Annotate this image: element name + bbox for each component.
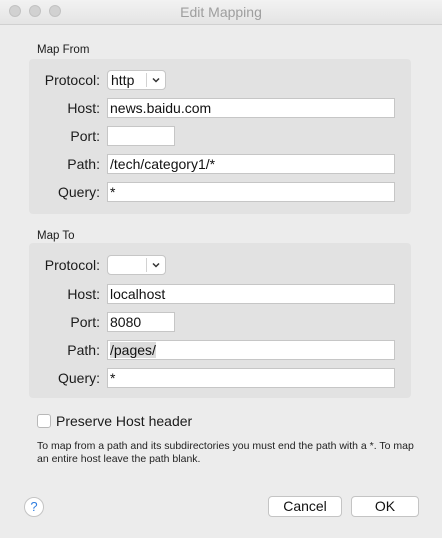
chevron-down-icon <box>152 262 160 268</box>
edit-mapping-dialog: Edit Mapping Map From Protocol: http Hos… <box>0 0 442 538</box>
cancel-button[interactable]: Cancel <box>268 496 342 517</box>
help-button[interactable]: ? <box>24 497 44 517</box>
window-title: Edit Mapping <box>180 4 262 20</box>
map-to-host-field[interactable]: localhost <box>107 284 395 304</box>
map-to-port-field[interactable]: 8080 <box>107 312 175 332</box>
map-to-heading: Map To <box>37 230 75 242</box>
map-to-port-label: Port: <box>70 314 100 330</box>
chevron-down-icon <box>152 77 160 83</box>
map-from-protocol-value: http <box>111 72 135 88</box>
map-from-path-field[interactable]: /tech/category1/* <box>107 154 395 174</box>
map-to-path-label: Path: <box>67 342 100 358</box>
preserve-host-label[interactable]: Preserve Host header <box>56 413 192 429</box>
map-from-path-label: Path: <box>67 156 100 172</box>
map-from-protocol-label: Protocol: <box>44 72 100 88</box>
map-from-host-label: Host: <box>67 100 100 116</box>
preserve-host-checkbox[interactable] <box>37 414 51 428</box>
map-to-path-field[interactable]: /pages/ <box>107 340 395 360</box>
map-to-query-field[interactable]: * <box>107 368 395 388</box>
map-from-query-field[interactable]: * <box>107 182 395 202</box>
map-from-query-label: Query: <box>57 184 100 200</box>
title-bar: Edit Mapping <box>0 0 442 25</box>
map-to-protocol-label: Protocol: <box>44 257 100 273</box>
map-to-query-label: Query: <box>57 370 100 386</box>
ok-button[interactable]: OK <box>351 496 419 517</box>
map-from-heading: Map From <box>37 44 90 56</box>
map-from-port-field[interactable] <box>107 126 175 146</box>
map-from-protocol-select[interactable]: http <box>107 70 166 90</box>
map-from-port-label: Port: <box>70 128 100 144</box>
map-to-protocol-select[interactable] <box>107 255 166 275</box>
map-from-host-field[interactable]: news.baidu.com <box>107 98 395 118</box>
map-to-host-label: Host: <box>67 286 100 302</box>
help-text: To map from a path and its subdirectorie… <box>37 440 414 465</box>
